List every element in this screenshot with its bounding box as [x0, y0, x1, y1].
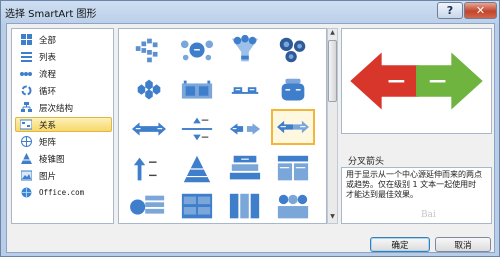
- category-item-office[interactable]: Office.com: [15, 185, 112, 200]
- category-label: 列表: [39, 52, 57, 63]
- close-icon: ✕: [475, 4, 486, 17]
- category-item-picture[interactable]: 图片: [15, 168, 112, 183]
- layout-thumbnail[interactable]: [175, 32, 219, 68]
- picture-icon: [20, 170, 32, 181]
- help-icon: ?: [446, 4, 454, 17]
- ok-button[interactable]: 确定: [370, 237, 430, 252]
- layout-thumbnail[interactable]: [223, 111, 267, 147]
- category-item-relationship[interactable]: 关系: [15, 117, 112, 132]
- description-line: 才能达到最佳效果。: [346, 190, 418, 199]
- relationship-icon: [20, 119, 32, 130]
- category-label: 循环: [39, 86, 57, 97]
- category-item-cycle[interactable]: 循环: [15, 83, 112, 98]
- layout-thumbnail[interactable]: [127, 189, 171, 223]
- pyramid-icon: [20, 153, 32, 164]
- layout-thumbnail[interactable]: [127, 151, 171, 187]
- gallery-scrollbar[interactable]: ▲ ▼: [327, 28, 338, 224]
- category-label: 层次结构: [39, 103, 74, 114]
- category-label: Office.com: [39, 188, 85, 197]
- layout-thumbnail[interactable]: [175, 151, 219, 187]
- layout-gallery: [118, 28, 327, 224]
- layout-preview: [341, 28, 492, 134]
- layout-thumbnail[interactable]: [271, 189, 315, 223]
- close-button[interactable]: ✕: [464, 2, 497, 19]
- category-list: 全部 列表 流程 循环 层次结构 关系 矩阵 棱锥图 图片 Office.com: [11, 28, 114, 224]
- list-icon: [20, 51, 32, 62]
- watermark: Bai: [421, 210, 436, 220]
- preview-title: 分叉箭头: [348, 157, 385, 167]
- category-item-matrix[interactable]: 矩阵: [15, 134, 112, 149]
- category-item-list[interactable]: 列表: [15, 49, 112, 64]
- office-icon: [20, 187, 32, 198]
- category-item-process[interactable]: 流程: [15, 66, 112, 81]
- category-label: 图片: [39, 171, 57, 182]
- matrix-icon: [20, 136, 32, 147]
- title-bar: 选择 SmartArt 图形 ? ✕: [1, 1, 499, 23]
- category-item-pyramid[interactable]: 棱锥图: [15, 151, 112, 166]
- layout-thumbnail-diverging-arrows[interactable]: [271, 109, 315, 145]
- category-label: 关系: [39, 120, 57, 131]
- dialog-body: 全部 列表 流程 循环 层次结构 关系 矩阵 棱锥图 图片 Office.com…: [6, 23, 495, 253]
- layout-thumbnail[interactable]: [175, 73, 219, 109]
- cycle-icon: [20, 85, 32, 96]
- category-label: 矩阵: [39, 137, 57, 148]
- layout-thumbnail[interactable]: [127, 32, 171, 68]
- layout-thumbnail[interactable]: [223, 151, 267, 187]
- layout-thumbnail[interactable]: [175, 111, 219, 147]
- layout-thumbnail[interactable]: [271, 151, 315, 187]
- layout-description: 用于显示从一个中心源延伸而来的两点 或趋势。仅在级别 1 文本一起使用时 才能达…: [341, 167, 492, 224]
- hierarchy-icon: [20, 102, 32, 113]
- window-title: 选择 SmartArt 图形: [5, 9, 97, 20]
- category-label: 流程: [39, 69, 57, 80]
- scroll-down-arrow-icon[interactable]: ▼: [328, 213, 337, 223]
- category-item-hierarchy[interactable]: 层次结构: [15, 100, 112, 115]
- scrollbar-thumb[interactable]: [328, 40, 337, 102]
- grid-icon: [20, 34, 32, 45]
- left-arrow-shape: [350, 52, 419, 110]
- layout-thumbnail[interactable]: [271, 32, 315, 68]
- layout-thumbnail[interactable]: [223, 189, 267, 223]
- category-label: 全部: [39, 35, 57, 46]
- category-label: 棱锥图: [39, 154, 65, 165]
- cancel-button[interactable]: 取消: [435, 237, 491, 252]
- layout-thumbnail[interactable]: [127, 73, 171, 109]
- layout-thumbnail[interactable]: [223, 73, 267, 109]
- process-icon: [20, 68, 32, 79]
- layout-thumbnail[interactable]: [223, 32, 267, 68]
- description-line: 用于显示从一个中心源延伸而来的两点: [346, 170, 482, 179]
- scroll-up-arrow-icon[interactable]: ▲: [328, 29, 337, 39]
- right-arrow-shape: [416, 52, 483, 110]
- layout-thumbnail[interactable]: [127, 111, 171, 147]
- help-button[interactable]: ?: [437, 2, 463, 19]
- description-line: 或趋势。仅在级别 1 文本一起使用时: [346, 180, 477, 189]
- smartart-dialog: 选择 SmartArt 图形 ? ✕ 全部 列表 流程 循环 层次结构 关系 矩…: [0, 0, 500, 257]
- category-item-all[interactable]: 全部: [15, 32, 112, 47]
- layout-thumbnail[interactable]: [175, 189, 219, 223]
- layout-thumbnail[interactable]: [271, 73, 315, 109]
